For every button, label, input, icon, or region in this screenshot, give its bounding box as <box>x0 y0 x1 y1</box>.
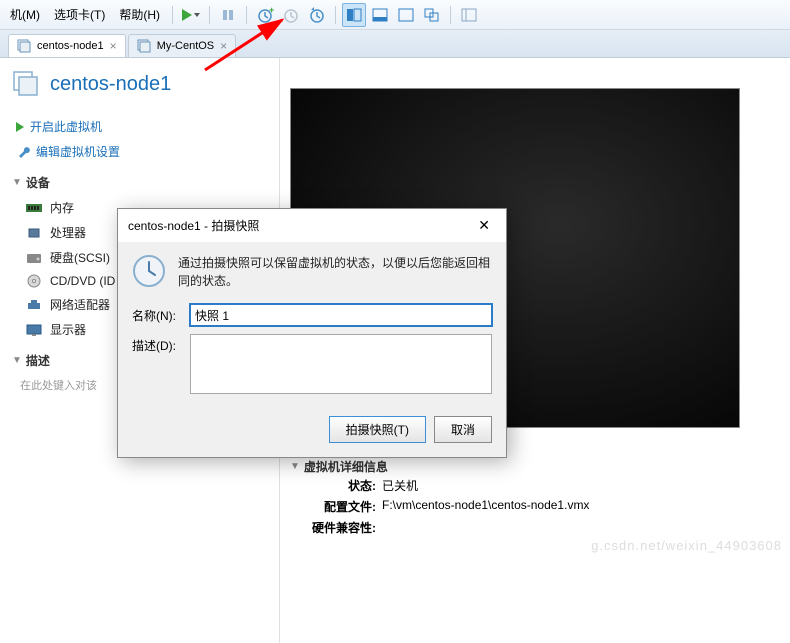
power-on-link[interactable]: 开启此虚拟机 <box>8 114 271 139</box>
split-view-icon <box>346 8 362 22</box>
snapshot-desc-input[interactable] <box>190 334 492 394</box>
view-mode-3[interactable] <box>394 3 418 27</box>
tab-centos-node1[interactable]: centos-node1 × <box>8 34 126 57</box>
menu-tabs[interactable]: 选项卡(T) <box>48 3 111 26</box>
config-label: 配置文件: <box>306 498 376 515</box>
snapshot-revert-button[interactable] <box>279 3 303 27</box>
state-label: 状态: <box>306 477 376 494</box>
snapshot-revert-icon <box>282 6 300 24</box>
compat-label: 硬件兼容性: <box>306 519 376 536</box>
view-mode-4[interactable] <box>420 3 444 27</box>
snapshot-name-input[interactable] <box>190 304 492 326</box>
cancel-button[interactable]: 取消 <box>434 416 492 443</box>
svg-text:+: + <box>269 6 274 15</box>
vm-title: centos-node1 <box>50 73 171 96</box>
watermark: g.csdn.net/weixin_44903608 <box>591 538 782 553</box>
dialog-info-text: 通过拍摄快照可以保留虚拟机的状态，以便以后您能返回相同的状态。 <box>178 254 492 290</box>
snapshot-dialog: centos-node1 - 拍摄快照 ✕ 通过拍摄快照可以保留虚拟机的状态，以… <box>117 208 507 458</box>
suspend-icon <box>220 7 236 23</box>
tab-label: centos-node1 <box>37 40 104 52</box>
unity-icon <box>424 8 440 22</box>
network-icon <box>26 298 42 312</box>
state-value: 已关机 <box>376 477 418 494</box>
snapshot-take-icon: + <box>256 6 274 24</box>
clock-icon <box>132 254 166 288</box>
menu-help[interactable]: 帮助(H) <box>113 3 166 26</box>
details-header[interactable]: ▼ 虚拟机详细信息 <box>290 458 780 475</box>
menubar: 机(M) 选项卡(T) 帮助(H) + <box>0 0 790 30</box>
description-label: 描述 <box>26 352 50 369</box>
dialog-close-button[interactable]: ✕ <box>472 217 496 234</box>
vm-details: ▼ 虚拟机详细信息 状态:已关机 配置文件:F:\vm\centos-node1… <box>290 458 780 538</box>
library-icon <box>461 8 477 22</box>
vm-icon-large <box>12 70 40 98</box>
devices-section-header[interactable]: ▼ 设备 <box>8 164 271 195</box>
tab-close[interactable]: × <box>110 39 117 53</box>
edit-settings-label: 编辑虚拟机设置 <box>36 143 120 160</box>
view-mode-5[interactable] <box>457 3 481 27</box>
display-icon <box>26 323 42 337</box>
tab-my-centos[interactable]: My-CentOS × <box>128 34 236 57</box>
toolbar-btn-1[interactable] <box>216 3 240 27</box>
view-mode-1[interactable] <box>342 3 366 27</box>
cd-icon <box>26 274 42 288</box>
devices-label: 设备 <box>26 174 50 191</box>
edit-settings-link[interactable]: 编辑虚拟机设置 <box>8 139 271 164</box>
tab-label: My-CentOS <box>157 40 214 52</box>
dialog-title-text: centos-node1 - 拍摄快照 <box>128 217 259 234</box>
snapshot-manage-button[interactable] <box>305 3 329 27</box>
fullscreen-icon <box>398 8 414 22</box>
tabs-bar: centos-node1 × My-CentOS × <box>0 30 790 58</box>
name-label: 名称(N): <box>132 304 190 324</box>
disk-icon <box>26 251 42 265</box>
play-icon <box>16 122 24 132</box>
take-snapshot-button[interactable]: 拍摄快照(T) <box>329 416 426 443</box>
menu-vm[interactable]: 机(M) <box>4 3 46 26</box>
memory-icon <box>26 201 42 215</box>
view-mode-2[interactable] <box>368 3 392 27</box>
collapse-icon: ▼ <box>12 177 22 188</box>
play-icon <box>182 9 192 21</box>
tab-close[interactable]: × <box>220 39 227 53</box>
snapshot-manage-icon <box>308 6 326 24</box>
vm-icon <box>17 39 31 53</box>
power-on-label: 开启此虚拟机 <box>30 118 102 135</box>
single-view-icon <box>372 8 388 22</box>
snapshot-take-button[interactable]: + <box>253 3 277 27</box>
play-button[interactable] <box>179 3 203 27</box>
desc-label: 描述(D): <box>132 334 190 354</box>
config-value: F:\vm\centos-node1\centos-node1.vmx <box>376 498 589 515</box>
collapse-icon: ▼ <box>290 461 300 472</box>
collapse-icon: ▼ <box>12 355 22 366</box>
wrench-icon <box>16 145 30 159</box>
vm-icon <box>137 39 151 53</box>
cpu-icon <box>26 226 42 240</box>
